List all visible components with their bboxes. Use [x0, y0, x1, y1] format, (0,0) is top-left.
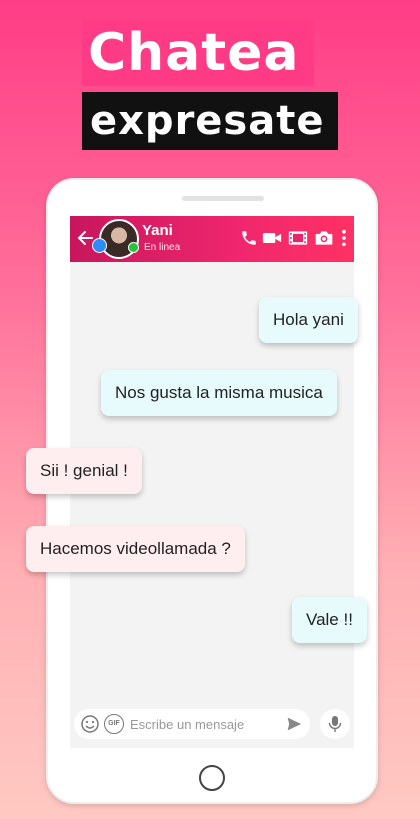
verified-badge-icon — [92, 238, 107, 253]
phone-speaker — [182, 196, 264, 201]
online-indicator-icon — [128, 242, 139, 253]
home-button[interactable] — [199, 765, 225, 791]
message-bubble-outgoing: Vale !! — [292, 597, 367, 643]
promo-headline: Chatea expresate — [82, 20, 339, 150]
contact-status: En linea — [144, 242, 181, 253]
message-bubble-outgoing: Hola yani — [259, 297, 358, 343]
message-bubble-outgoing: Nos gusta la misma musica — [101, 370, 337, 416]
gif-icon[interactable]: GIF — [104, 714, 124, 734]
headline-chatea: Chatea — [82, 20, 314, 86]
video-camera-icon[interactable] — [262, 229, 282, 247]
camera-icon[interactable] — [314, 229, 334, 247]
mic-button[interactable] — [320, 709, 350, 739]
emoji-icon[interactable] — [80, 714, 100, 734]
send-icon[interactable] — [286, 716, 302, 732]
contact-name[interactable]: Yani — [142, 222, 173, 239]
more-vert-icon[interactable] — [340, 229, 348, 247]
message-bubble-incoming: Sii ! genial ! — [26, 448, 142, 494]
mic-icon[interactable] — [328, 715, 342, 733]
message-input-placeholder[interactable]: Escribe un mensaje — [130, 717, 244, 732]
phone-icon[interactable] — [240, 229, 258, 247]
chat-header: Yani En linea — [70, 216, 354, 262]
message-composer: GIF Escribe un mensaje — [70, 704, 354, 744]
message-bubble-incoming: Hacemos videollamada ? — [26, 526, 245, 572]
film-icon[interactable] — [288, 229, 308, 247]
headline-expresate: expresate — [82, 92, 339, 150]
message-input-pill[interactable]: GIF Escribe un mensaje — [74, 709, 310, 739]
avatar[interactable] — [99, 219, 139, 259]
